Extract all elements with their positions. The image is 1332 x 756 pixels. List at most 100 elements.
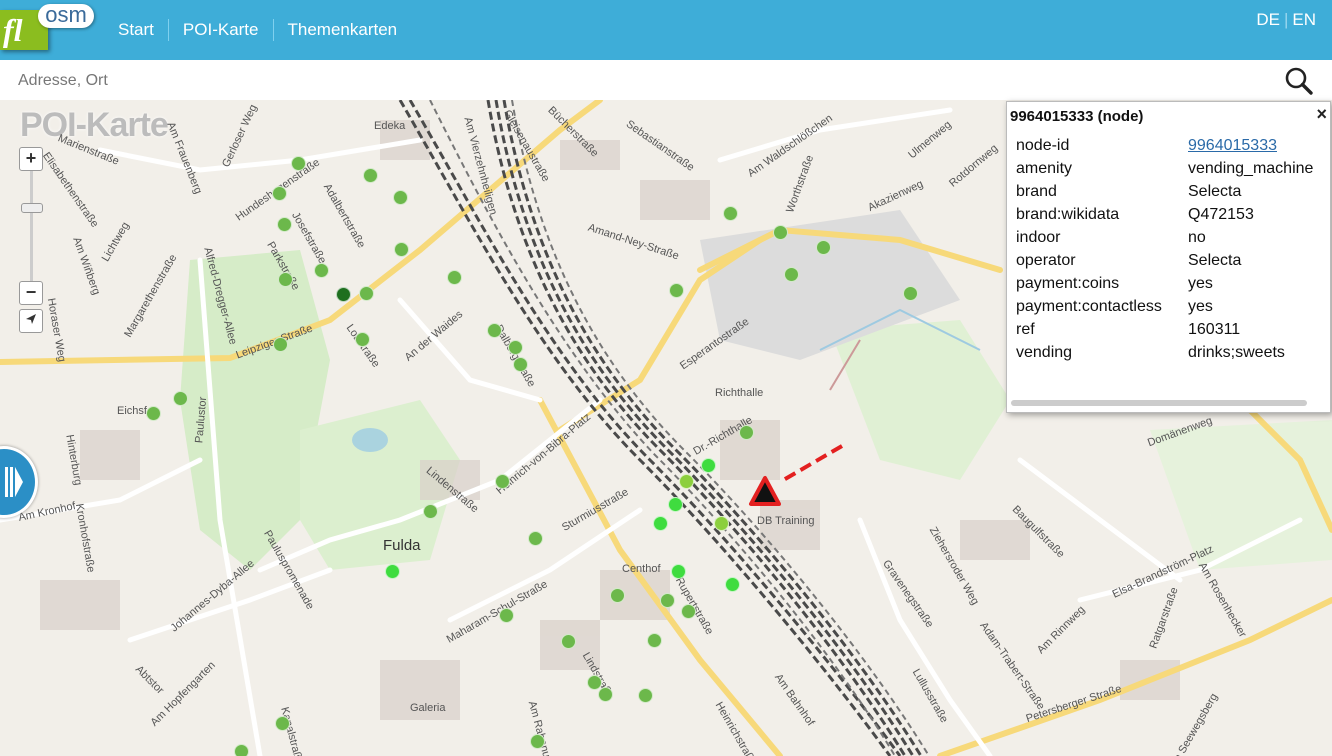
label-centhof: Centhof (622, 563, 661, 575)
poi-marker[interactable] (679, 474, 694, 489)
poi-marker[interactable] (739, 425, 754, 440)
tag-row: vending drinks;sweets (1016, 341, 1313, 364)
feature-popup: 9964015333 (node) × node-id 9964015333 am… (1006, 101, 1331, 413)
poi-marker[interactable] (275, 716, 290, 731)
logo-fl-text: fl (3, 12, 23, 48)
poi-marker[interactable] (355, 332, 370, 347)
poi-marker[interactable] (513, 357, 528, 372)
poi-marker[interactable] (669, 283, 684, 298)
lang-de[interactable]: DE (1256, 10, 1280, 29)
poi-marker[interactable] (278, 272, 293, 287)
node-id-link[interactable]: 9964015333 (1188, 137, 1277, 154)
poi-marker[interactable] (495, 474, 510, 489)
locate-button[interactable] (19, 309, 43, 333)
tag-value: drinks;sweets (1188, 343, 1285, 361)
poi-marker[interactable] (561, 634, 576, 649)
poi-marker[interactable] (530, 734, 545, 749)
poi-marker[interactable] (816, 240, 831, 255)
poi-marker[interactable] (681, 604, 696, 619)
poi-marker[interactable] (660, 593, 675, 608)
poi-marker[interactable] (359, 286, 374, 301)
poi-marker[interactable] (773, 225, 788, 240)
tag-row: operator Selecta (1016, 249, 1313, 272)
popup-close-button[interactable]: × (1316, 104, 1327, 125)
poi-marker[interactable] (273, 337, 288, 352)
tag-key: amenity (1016, 159, 1073, 177)
tag-table: node-id 9964015333 amenity vending_machine… (1016, 134, 1313, 364)
main-nav: Start POI-Karte Themenkarten (104, 0, 411, 60)
poi-marker[interactable] (146, 406, 161, 421)
poi-marker[interactable] (647, 633, 662, 648)
tag-value: no (1188, 228, 1206, 246)
panel-toggle-icon (5, 467, 23, 497)
selected-triangle-icon (749, 476, 781, 506)
poi-marker[interactable] (671, 564, 686, 579)
poi-marker[interactable] (653, 516, 668, 531)
poi-marker[interactable] (508, 340, 523, 355)
lang-separator: | (1283, 10, 1289, 29)
poi-marker[interactable] (701, 458, 716, 473)
selected-poi-marker[interactable] (740, 440, 850, 510)
tag-row: node-id 9964015333 (1016, 134, 1313, 157)
poi-marker[interactable] (610, 588, 625, 603)
popup-horizontal-scrollbar[interactable] (1011, 400, 1307, 406)
tag-value: Selecta (1188, 251, 1242, 269)
tag-value: 160311 (1188, 320, 1241, 338)
poi-marker[interactable] (499, 608, 514, 623)
zoom-slider-handle[interactable] (21, 203, 43, 213)
poi-marker[interactable] (234, 744, 249, 756)
tag-row: amenity vending_machine (1016, 157, 1313, 180)
tag-key: payment:contactless (1016, 297, 1162, 315)
search-icon[interactable] (1284, 66, 1314, 96)
poi-marker[interactable] (336, 287, 351, 302)
poi-marker[interactable] (598, 687, 613, 702)
flosm-logo[interactable]: fl osm (0, 2, 100, 56)
zoom-in-button[interactable]: + (19, 147, 43, 171)
poi-marker[interactable] (725, 577, 740, 592)
label-eichsf: Eichsf (117, 405, 147, 417)
poi-marker[interactable] (173, 391, 188, 406)
poi-marker[interactable] (723, 206, 738, 221)
poi-marker[interactable] (394, 242, 409, 257)
label-db-training: DB Training (757, 515, 815, 527)
nav-start[interactable]: Start (104, 19, 169, 41)
poi-marker[interactable] (385, 564, 400, 579)
poi-marker[interactable] (272, 186, 287, 201)
poi-marker[interactable] (903, 286, 918, 301)
map-title: POI-Karte (20, 106, 169, 144)
tag-row: brand:wikidata Q472153 (1016, 203, 1313, 226)
tag-key: operator (1016, 251, 1076, 269)
tag-key: vending (1016, 343, 1073, 361)
logo-osm-badge: osm (38, 4, 94, 28)
tag-value: yes (1188, 297, 1213, 315)
zoom-slider-track[interactable] (30, 171, 33, 281)
poi-marker[interactable] (277, 217, 292, 232)
pointer-arrow-line (778, 444, 844, 484)
poi-marker[interactable] (314, 263, 329, 278)
poi-marker[interactable] (668, 497, 683, 512)
poi-marker[interactable] (528, 531, 543, 546)
tag-key: brand (1016, 182, 1057, 200)
tag-value: vending_machine (1188, 159, 1314, 177)
tag-value: Q472153 (1188, 205, 1254, 223)
language-switch: DE | EN (1256, 10, 1316, 30)
lang-en[interactable]: EN (1292, 10, 1316, 29)
poi-marker[interactable] (714, 516, 729, 531)
poi-marker[interactable] (447, 270, 462, 285)
poi-marker[interactable] (363, 168, 378, 183)
poi-marker[interactable] (638, 688, 653, 703)
tag-key: indoor (1016, 228, 1061, 246)
label-edeka: Edeka (374, 120, 406, 132)
poi-marker[interactable] (487, 323, 502, 338)
nav-poi-karte[interactable]: POI-Karte (169, 19, 274, 41)
locate-icon (26, 314, 36, 324)
poi-marker[interactable] (393, 190, 408, 205)
nav-themenkarten[interactable]: Themenkarten (274, 19, 412, 41)
label-galeria: Galeria (410, 702, 446, 714)
zoom-out-button[interactable]: − (19, 281, 43, 305)
poi-marker[interactable] (291, 156, 306, 171)
poi-marker[interactable] (423, 504, 438, 519)
poi-marker[interactable] (784, 267, 799, 282)
tag-key: ref (1016, 320, 1035, 338)
search-input[interactable] (16, 66, 1260, 96)
